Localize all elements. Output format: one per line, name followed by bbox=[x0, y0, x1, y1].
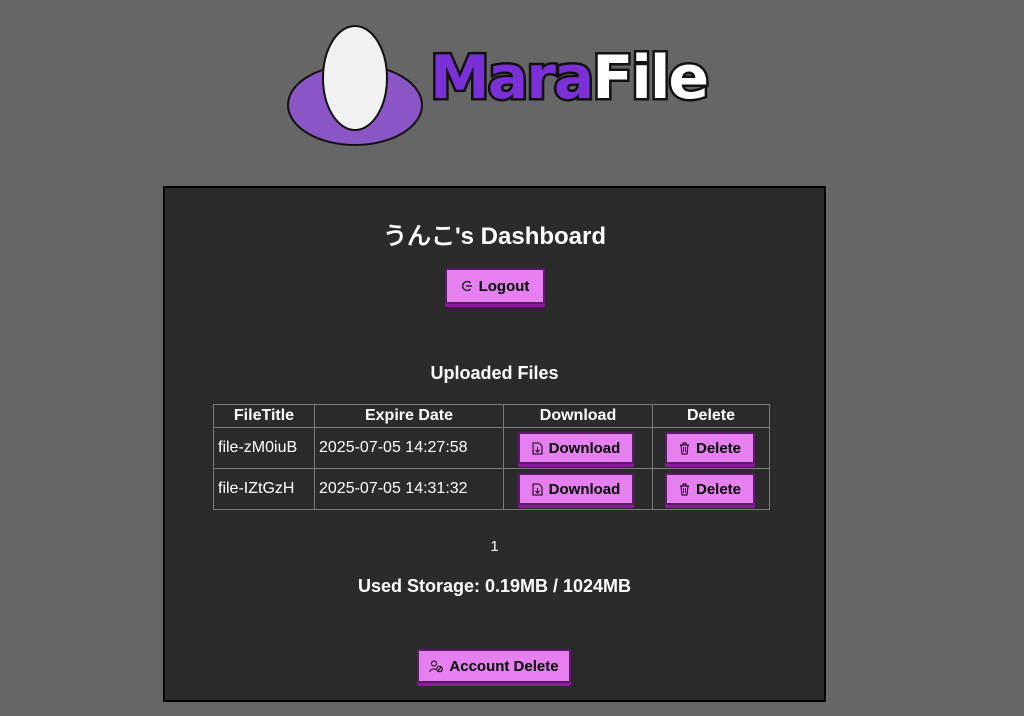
pagination-current-page[interactable]: 1 bbox=[165, 538, 824, 555]
file-title-cell: file-zM0iuB bbox=[213, 427, 315, 469]
trash-icon bbox=[679, 442, 689, 454]
delete-label: Delete bbox=[695, 439, 742, 457]
logout-icon bbox=[461, 280, 472, 292]
download-button[interactable]: Download bbox=[518, 432, 634, 464]
expire-date-cell: 2025-07-05 14:31:32 bbox=[314, 468, 504, 510]
user-remove-icon bbox=[429, 660, 444, 672]
table-row: file-IZtGzH 2025-07-05 14:31:32 Download bbox=[213, 468, 770, 510]
column-header-delete: Delete bbox=[652, 404, 770, 428]
column-header-filetitle: FileTitle bbox=[213, 404, 315, 428]
delete-button[interactable]: Delete bbox=[665, 473, 755, 505]
logo-wordmark: MaraFile bbox=[427, 46, 711, 111]
table-row: file-zM0iuB 2025-07-05 14:27:58 Download bbox=[213, 427, 770, 469]
table-header-row: FileTitle Expire Date Download Delete bbox=[213, 404, 770, 428]
logout-label: Logout bbox=[478, 277, 530, 295]
file-title-cell: file-IZtGzH bbox=[213, 468, 315, 510]
download-button[interactable]: Download bbox=[518, 473, 634, 505]
used-storage-text: Used Storage: 0.19MB / 1024MB bbox=[357, 576, 632, 596]
dashboard-panel: うんこ's Dashboard Logout Uploaded Files Fi… bbox=[163, 186, 826, 702]
download-cell: Download bbox=[503, 427, 653, 469]
dashboard-title: うんこ's Dashboard bbox=[382, 223, 607, 250]
file-download-icon bbox=[532, 483, 543, 495]
delete-cell: Delete bbox=[652, 427, 770, 469]
column-header-download: Download bbox=[503, 404, 653, 428]
download-cell: Download bbox=[503, 468, 653, 510]
download-label: Download bbox=[548, 480, 621, 498]
account-delete-label: Account Delete bbox=[449, 657, 559, 675]
marafile-logo: MaraFile bbox=[285, 10, 715, 150]
logo-text-mara: Mara bbox=[427, 43, 596, 113]
expire-date-cell: 2025-07-05 14:27:58 bbox=[314, 427, 504, 469]
file-download-icon bbox=[532, 442, 543, 454]
files-table: FileTitle Expire Date Download Delete fi… bbox=[213, 404, 770, 510]
logo-text-file: File bbox=[590, 43, 712, 113]
delete-cell: Delete bbox=[652, 468, 770, 510]
uploaded-files-heading: Uploaded Files bbox=[430, 363, 559, 383]
column-header-expire-date: Expire Date bbox=[314, 404, 504, 428]
trash-icon bbox=[679, 483, 689, 495]
download-label: Download bbox=[548, 439, 621, 457]
account-delete-button[interactable]: Account Delete bbox=[417, 649, 571, 683]
delete-label: Delete bbox=[695, 480, 742, 498]
delete-button[interactable]: Delete bbox=[665, 432, 755, 464]
logout-button[interactable]: Logout bbox=[445, 268, 545, 304]
